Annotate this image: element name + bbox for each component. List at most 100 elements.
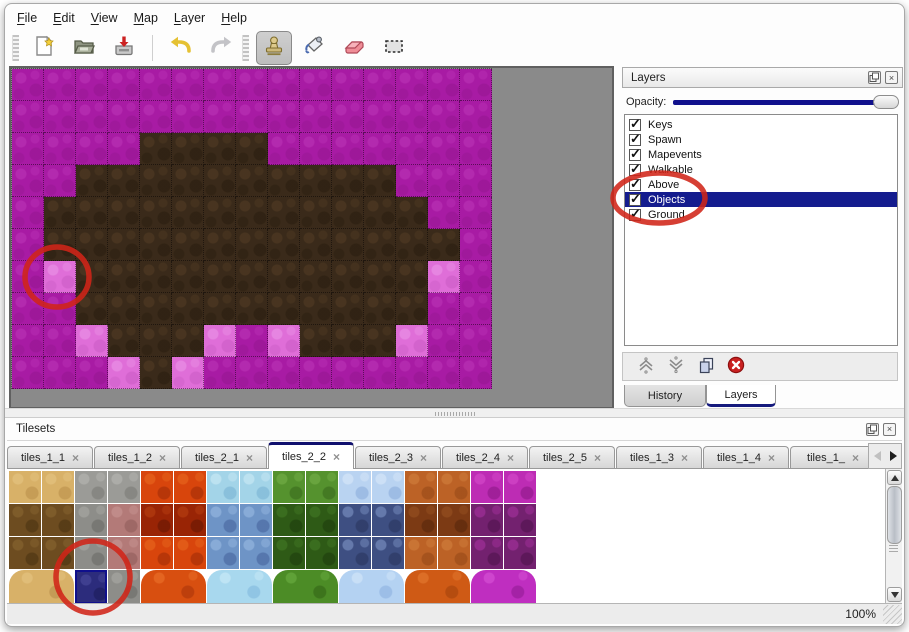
close-tab-icon[interactable]: × — [681, 451, 688, 465]
map-tile[interactable] — [204, 101, 236, 133]
map-tile[interactable] — [300, 69, 332, 101]
layer-visibility-checkbox[interactable]: ✓ — [629, 134, 641, 146]
map-tile[interactable] — [12, 133, 44, 165]
palette-tile-bush-vine[interactable] — [273, 570, 338, 604]
map-tile[interactable] — [204, 165, 236, 197]
map-tile[interactable] — [236, 197, 268, 229]
map-tile[interactable] — [204, 325, 236, 357]
map-tile[interactable] — [44, 357, 76, 389]
raise-layer-button[interactable] — [633, 355, 659, 379]
map-tile[interactable] — [460, 357, 492, 389]
palette-tile-ice[interactable] — [207, 471, 239, 503]
palette-tile-ice[interactable] — [240, 471, 272, 503]
palette-tile-magenta[interactable] — [504, 471, 536, 503]
map-tile[interactable] — [268, 357, 300, 389]
new-map-button[interactable] — [26, 31, 62, 65]
map-tile[interactable] — [236, 325, 268, 357]
map-tile[interactable] — [268, 165, 300, 197]
map-tile[interactable] — [396, 101, 428, 133]
map-tile[interactable] — [332, 101, 364, 133]
map-tile[interactable] — [108, 133, 140, 165]
tileset-tab-tiles_1_[interactable]: tiles_1_× — [790, 446, 876, 469]
map-tile[interactable] — [12, 229, 44, 261]
map-tile[interactable] — [364, 293, 396, 325]
palette-tile-frost[interactable] — [207, 504, 239, 536]
tileset-tab-tiles_2_3[interactable]: tiles_2_3× — [355, 446, 441, 469]
palette-tile-bush-rust[interactable] — [405, 570, 470, 604]
map-tile[interactable] — [460, 229, 492, 261]
opacity-slider-handle[interactable] — [873, 95, 899, 109]
menu-item-file[interactable]: File — [11, 9, 47, 27]
map-tile[interactable] — [396, 197, 428, 229]
map-tile[interactable] — [172, 325, 204, 357]
close-tab-icon[interactable]: × — [768, 451, 775, 465]
float-panel-icon[interactable] — [868, 71, 881, 84]
palette-tile-frost[interactable] — [207, 537, 239, 569]
map-tile[interactable] — [268, 261, 300, 293]
map-tile[interactable] — [12, 165, 44, 197]
map-tile[interactable] — [428, 133, 460, 165]
palette-tile-frost[interactable] — [240, 504, 272, 536]
tileset-tab-tiles_1_4[interactable]: tiles_1_4× — [703, 446, 789, 469]
palette-tile-darkmagenta[interactable] — [504, 504, 536, 536]
palette-tile-sand[interactable] — [9, 471, 41, 503]
map-tile[interactable] — [44, 133, 76, 165]
palette-tile-bark[interactable] — [9, 537, 41, 569]
map-tile[interactable] — [76, 197, 108, 229]
palette-tile-darkvine[interactable] — [306, 504, 338, 536]
menu-item-edit[interactable]: Edit — [47, 9, 85, 27]
palette-tile-darkcrystal[interactable] — [339, 537, 371, 569]
map-tile[interactable] — [428, 101, 460, 133]
map-tile[interactable] — [364, 133, 396, 165]
palette-tile-darkcrystal[interactable] — [372, 537, 404, 569]
delete-layer-button[interactable] — [723, 355, 749, 379]
opacity-slider[interactable] — [673, 94, 899, 110]
layer-row-keys[interactable]: ✓Keys — [625, 117, 897, 132]
map-tile[interactable] — [12, 325, 44, 357]
undo-button[interactable] — [163, 31, 199, 65]
map-tile[interactable] — [204, 261, 236, 293]
map-tile[interactable] — [268, 229, 300, 261]
palette-tile-darkmagenta[interactable] — [504, 537, 536, 569]
map-tile[interactable] — [108, 165, 140, 197]
map-tile[interactable] — [172, 197, 204, 229]
scroll-up-icon[interactable] — [887, 470, 902, 485]
map-tile[interactable] — [364, 101, 396, 133]
map-tile[interactable] — [268, 133, 300, 165]
map-tile[interactable] — [140, 133, 172, 165]
stamp-tool-button[interactable] — [256, 31, 292, 65]
map-tile[interactable] — [236, 261, 268, 293]
tab-layers[interactable]: Layers — [706, 385, 776, 407]
map-tile[interactable] — [140, 165, 172, 197]
map-tile[interactable] — [428, 357, 460, 389]
map-tile[interactable] — [268, 101, 300, 133]
palette-tile-vine[interactable] — [306, 471, 338, 503]
close-tab-icon[interactable]: × — [594, 451, 601, 465]
map-tile[interactable] — [364, 165, 396, 197]
palette-tile-rock[interactable] — [108, 570, 140, 604]
palette-tile-bush-crystal[interactable] — [339, 570, 404, 604]
palette-selected-tile[interactable] — [75, 570, 107, 604]
palette-tile-rosequartz[interactable] — [108, 504, 140, 536]
fill-tool-button[interactable] — [296, 31, 332, 65]
menu-item-help[interactable]: Help — [215, 9, 257, 27]
map-tile[interactable] — [332, 261, 364, 293]
map-tile[interactable] — [44, 69, 76, 101]
map-tile[interactable] — [204, 229, 236, 261]
map-tile[interactable] — [460, 261, 492, 293]
layer-row-mapevents[interactable]: ✓Mapevents — [625, 147, 897, 162]
open-button[interactable] — [66, 31, 102, 65]
map-tile[interactable] — [12, 293, 44, 325]
tab-history[interactable]: History — [624, 385, 706, 407]
map-tile[interactable] — [332, 165, 364, 197]
map-tile[interactable] — [364, 229, 396, 261]
palette-tile-crystal[interactable] — [372, 471, 404, 503]
close-panel-icon[interactable]: × — [885, 71, 898, 84]
palette-tile-bark[interactable] — [42, 537, 74, 569]
map-tile[interactable] — [364, 69, 396, 101]
map-tile[interactable] — [108, 101, 140, 133]
redo-button[interactable] — [203, 31, 239, 65]
map-tile[interactable] — [332, 197, 364, 229]
map-tile[interactable] — [76, 325, 108, 357]
map-tile[interactable] — [108, 261, 140, 293]
